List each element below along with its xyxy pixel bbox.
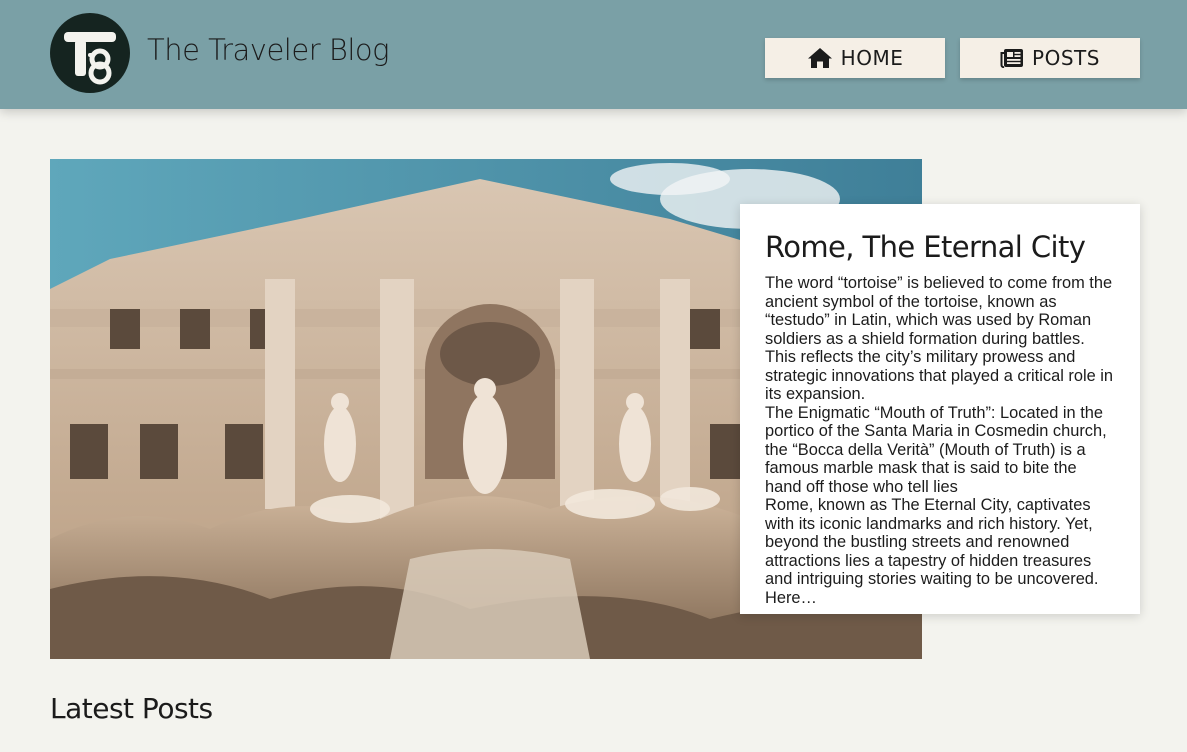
posts-button-label: POSTS <box>1032 46 1100 70</box>
monogram-logo-icon[interactable] <box>50 13 130 93</box>
site-header: The Traveler Blog HOME POSTS <box>0 0 1187 109</box>
home-icon <box>807 47 833 69</box>
latest-posts-heading: Latest Posts <box>50 692 213 725</box>
post-title[interactable]: Rome, The Eternal City <box>765 230 1116 264</box>
post-paragraph: The Enigmatic “Mouth of Truth”: Located … <box>765 403 1107 496</box>
newspaper-icon <box>1000 48 1024 68</box>
post-excerpt: The word “tortoise” is believed to come … <box>765 274 1116 607</box>
home-button[interactable]: HOME <box>765 38 945 78</box>
featured-post-card[interactable]: Rome, The Eternal City The word “tortois… <box>740 204 1140 614</box>
home-button-label: HOME <box>840 46 904 70</box>
post-paragraph: The word “tortoise” is believed to come … <box>765 274 1114 403</box>
site-title[interactable]: The Traveler Blog <box>147 33 390 67</box>
post-paragraph: Rome, known as The Eternal City, captiva… <box>765 496 1099 607</box>
posts-button[interactable]: POSTS <box>960 38 1140 78</box>
